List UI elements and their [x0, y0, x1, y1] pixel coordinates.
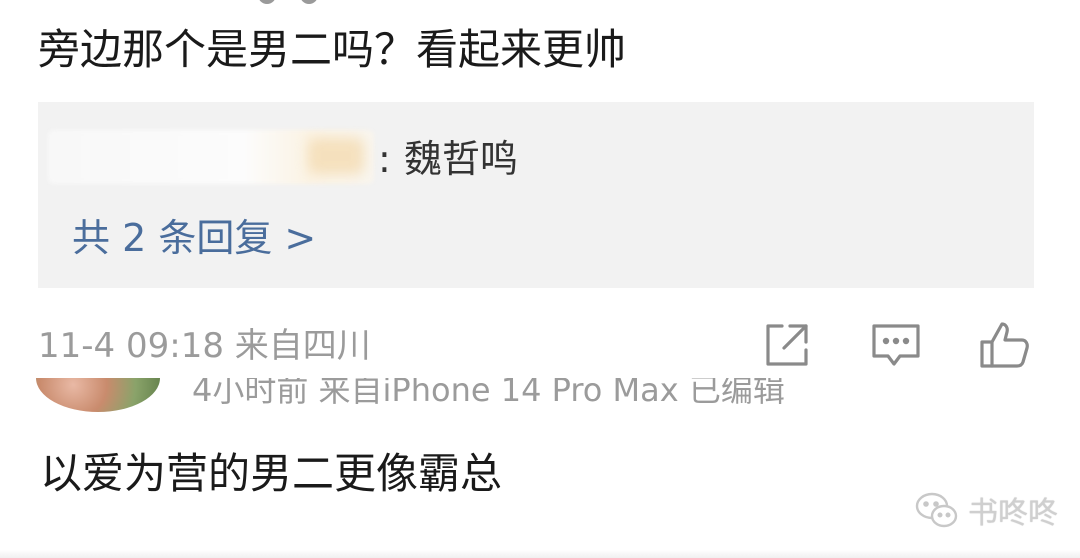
comment-icon[interactable]: [868, 318, 924, 372]
ellipsis-dot: [258, 0, 276, 4]
comment-text: 旁边那个是男二吗？看起来更帅: [38, 25, 627, 74]
ellipsis-dot: [300, 0, 318, 4]
view-replies-link[interactable]: 共 2 条回复 >: [72, 214, 316, 262]
thumbs-up-icon[interactable]: [976, 318, 1032, 372]
wechat-icon: [915, 492, 958, 528]
avatar[interactable]: [36, 378, 160, 412]
watermark-text: 书咚咚: [968, 496, 1058, 531]
watermark: 书咚咚: [914, 488, 1058, 532]
previous-comment-edge: [0, 0, 1080, 8]
comment-meta: 11-4 09:18 来自四川: [38, 326, 371, 366]
divider: [0, 550, 1080, 558]
reply-content: 魏哲鸣: [404, 137, 519, 181]
reply-separator: :: [378, 137, 391, 181]
share-icon[interactable]: [760, 318, 816, 372]
reply-author-badge: [308, 138, 364, 174]
next-comment-text: 以爱为营的男二更像霸总: [40, 449, 503, 498]
comment-thread: 旁边那个是男二吗？看起来更帅 : 魏哲鸣 共 2 条回复 > 11-4 09:1…: [0, 0, 1080, 558]
reply-preview-box[interactable]: : 魏哲鸣 共 2 条回复 >: [38, 102, 1034, 288]
next-comment-header: 4小时前 来自iPhone 14 Pro Max 已编辑: [0, 378, 1080, 412]
next-comment-meta: 4小时前 来自iPhone 14 Pro Max 已编辑: [192, 378, 785, 409]
